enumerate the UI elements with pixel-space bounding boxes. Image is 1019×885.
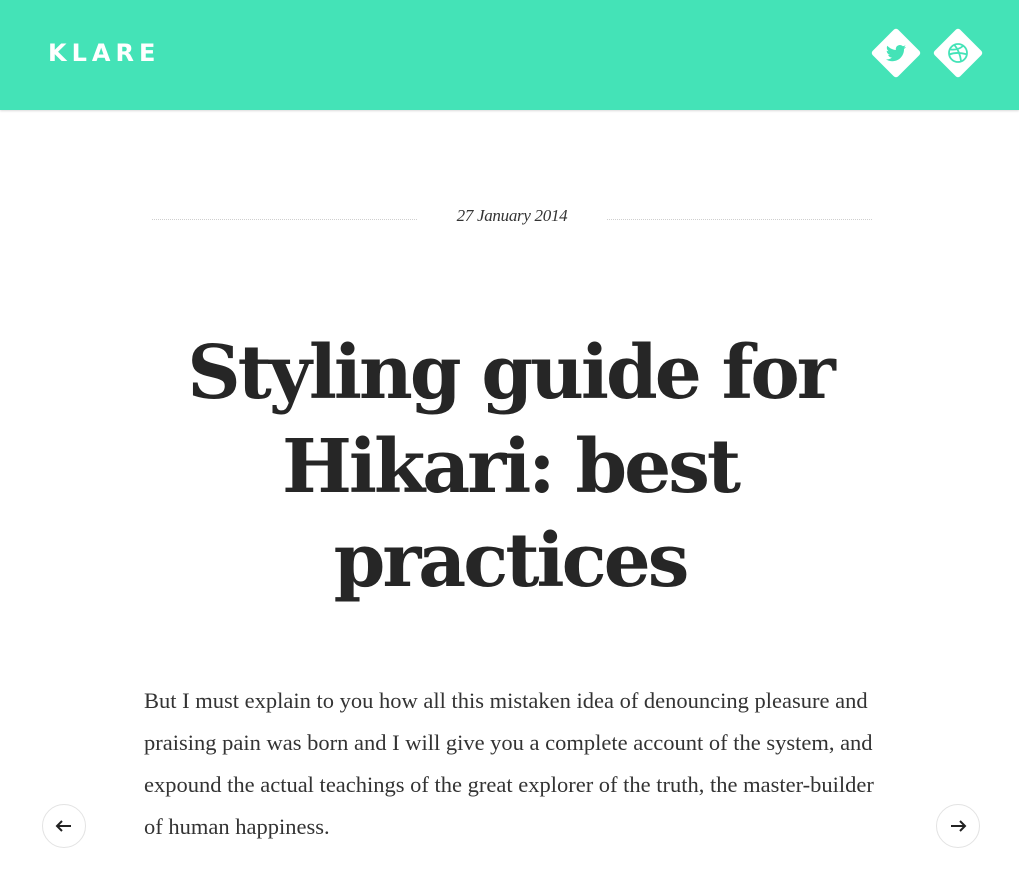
post-date: 27 January 2014: [456, 206, 568, 225]
site-header: KLARE: [0, 0, 1019, 110]
twitter-icon: [886, 45, 906, 62]
arrow-right-icon: [951, 820, 967, 832]
post-body: But I must explain to you how all this m…: [144, 688, 874, 839]
dribbble-icon: [948, 43, 968, 63]
site-logo[interactable]: KLARE: [48, 38, 160, 68]
previous-post-button[interactable]: [42, 804, 86, 848]
next-post-button[interactable]: [936, 804, 980, 848]
dribbble-link[interactable]: [932, 27, 984, 79]
arrow-left-icon: [55, 820, 71, 832]
post-title: Styling guide for Hikari: best practices: [187, 330, 836, 604]
twitter-link[interactable]: [870, 27, 922, 79]
date-divider-right: [607, 219, 872, 220]
post-date-row: 27 January 2014: [152, 200, 872, 234]
